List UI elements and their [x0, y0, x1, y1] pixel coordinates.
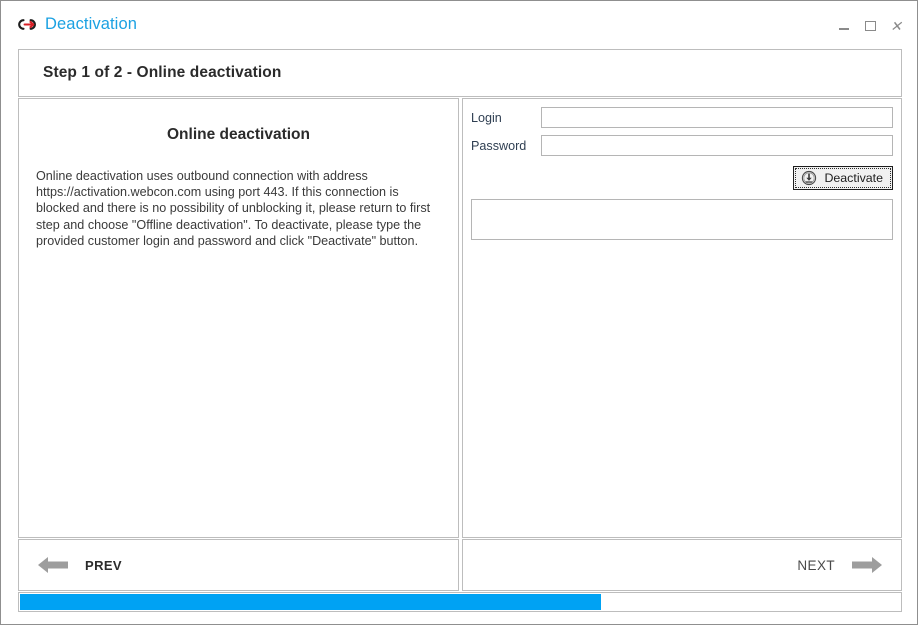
panel-heading: Online deactivation: [167, 126, 310, 143]
window-controls: ✕: [831, 17, 909, 35]
title-bar-left: Deactivation: [1, 16, 137, 34]
next-button[interactable]: NEXT: [797, 554, 901, 576]
nav-bar-left: PREV: [18, 539, 459, 591]
password-row: Password: [471, 135, 893, 156]
login-input[interactable]: [541, 107, 893, 128]
download-circle-icon: [801, 170, 817, 186]
status-message-box: [471, 199, 893, 240]
login-label: Login: [471, 110, 502, 125]
close-icon[interactable]: ✕: [883, 17, 909, 35]
password-input[interactable]: [541, 135, 893, 156]
deactivate-button-label: Deactivate: [824, 171, 883, 185]
right-form-panel: Login Password Deactivate: [462, 98, 902, 538]
credentials-form: Login Password: [463, 99, 901, 156]
panel-description: Online deactivation uses outbound connec…: [36, 169, 431, 248]
prev-button[interactable]: PREV: [19, 554, 122, 576]
nav-bar-right: NEXT: [462, 539, 902, 591]
next-button-label: NEXT: [797, 557, 835, 573]
minimize-icon[interactable]: [831, 17, 857, 35]
progress-bar: [18, 592, 902, 612]
deactivate-button[interactable]: Deactivate: [793, 166, 893, 190]
step-header-panel: Step 1 of 2 - Online deactivation: [18, 49, 902, 97]
arrow-left-icon: [37, 554, 69, 576]
left-content-panel: Online deactivation Online deactivation …: [18, 98, 459, 538]
password-label: Password: [471, 138, 527, 153]
prev-button-label: PREV: [85, 557, 123, 573]
login-row: Login: [471, 107, 893, 128]
deactivation-window: Deactivation ✕ Step 1 of 2 - Online deac…: [0, 0, 918, 625]
progress-bar-fill: [20, 594, 601, 610]
arrow-right-icon: [851, 554, 883, 576]
step-title: Step 1 of 2 - Online deactivation: [43, 64, 282, 81]
broken-link-icon: [16, 16, 38, 34]
deactivate-button-row: Deactivate: [463, 163, 901, 190]
window-title: Deactivation: [45, 15, 137, 34]
maximize-icon[interactable]: [857, 17, 883, 35]
title-bar: Deactivation ✕: [1, 1, 917, 48]
